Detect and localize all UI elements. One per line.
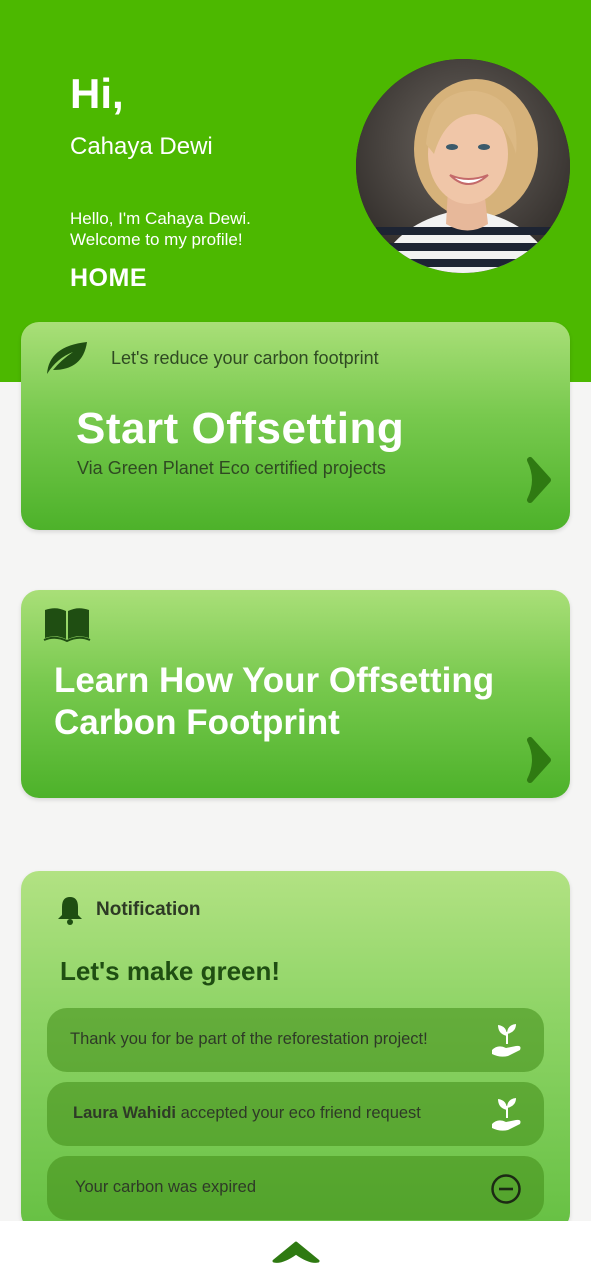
notification-item[interactable]: Thank you for be part of the reforestati… — [47, 1008, 544, 1072]
learn-title: Learn How Your Offsetting Carbon Footpri… — [54, 660, 554, 744]
notification-card: Notification Let's make green! Thank you… — [21, 871, 570, 1231]
book-icon — [43, 608, 91, 642]
notification-text: Laura Wahidi accepted your eco friend re… — [73, 1104, 421, 1123]
offset-title: Start Offsetting — [76, 404, 405, 453]
offset-subtitle: Let's reduce your carbon footprint — [111, 348, 379, 368]
chevron-right-icon[interactable] — [526, 736, 556, 784]
bottom-bar — [0, 1221, 591, 1280]
chevron-up-icon[interactable] — [272, 1239, 320, 1265]
greeting-hi: Hi, — [70, 70, 124, 117]
learn-title-line-1: Learn How Your Offsetting — [54, 661, 495, 700]
welcome-message: Hello, I'm Cahaya Dewi. Welcome to my pr… — [70, 208, 330, 250]
offset-description: Via Green Planet Eco certified projects — [77, 458, 386, 478]
minus-circle-icon[interactable] — [490, 1173, 522, 1205]
friend-request-text: accepted your eco friend request — [175, 1104, 421, 1122]
plant-hand-icon — [492, 1024, 521, 1057]
notification-item[interactable]: Your carbon was expired — [47, 1156, 544, 1220]
notification-text: Your carbon was expired — [75, 1178, 257, 1196]
user-name: Cahaya Dewi — [70, 133, 213, 160]
plant-hand-icon — [492, 1098, 521, 1131]
learn-title-line-2: Carbon Footprint — [54, 703, 340, 742]
start-offsetting-card[interactable]: Let's reduce your carbon footprint Start… — [21, 322, 570, 530]
notification-text: Thank you for be part of the reforestati… — [70, 1030, 428, 1048]
notification-item[interactable]: Laura Wahidi accepted your eco friend re… — [47, 1082, 544, 1146]
friend-name: Laura Wahidi — [73, 1104, 176, 1122]
chevron-right-icon[interactable] — [526, 456, 556, 504]
leaf-icon — [47, 342, 87, 374]
welcome-line-1: Hello, I'm Cahaya Dewi. — [70, 209, 251, 228]
home-label[interactable]: HOME — [70, 264, 147, 293]
notification-title: Let's make green! — [60, 956, 281, 986]
learn-offsetting-card[interactable]: Learn How Your Offsetting Carbon Footpri… — [21, 590, 570, 798]
bell-icon — [58, 897, 82, 925]
welcome-line-2: Welcome to my profile! — [70, 230, 243, 249]
avatar[interactable] — [356, 59, 570, 273]
notification-label: Notification — [96, 899, 201, 920]
